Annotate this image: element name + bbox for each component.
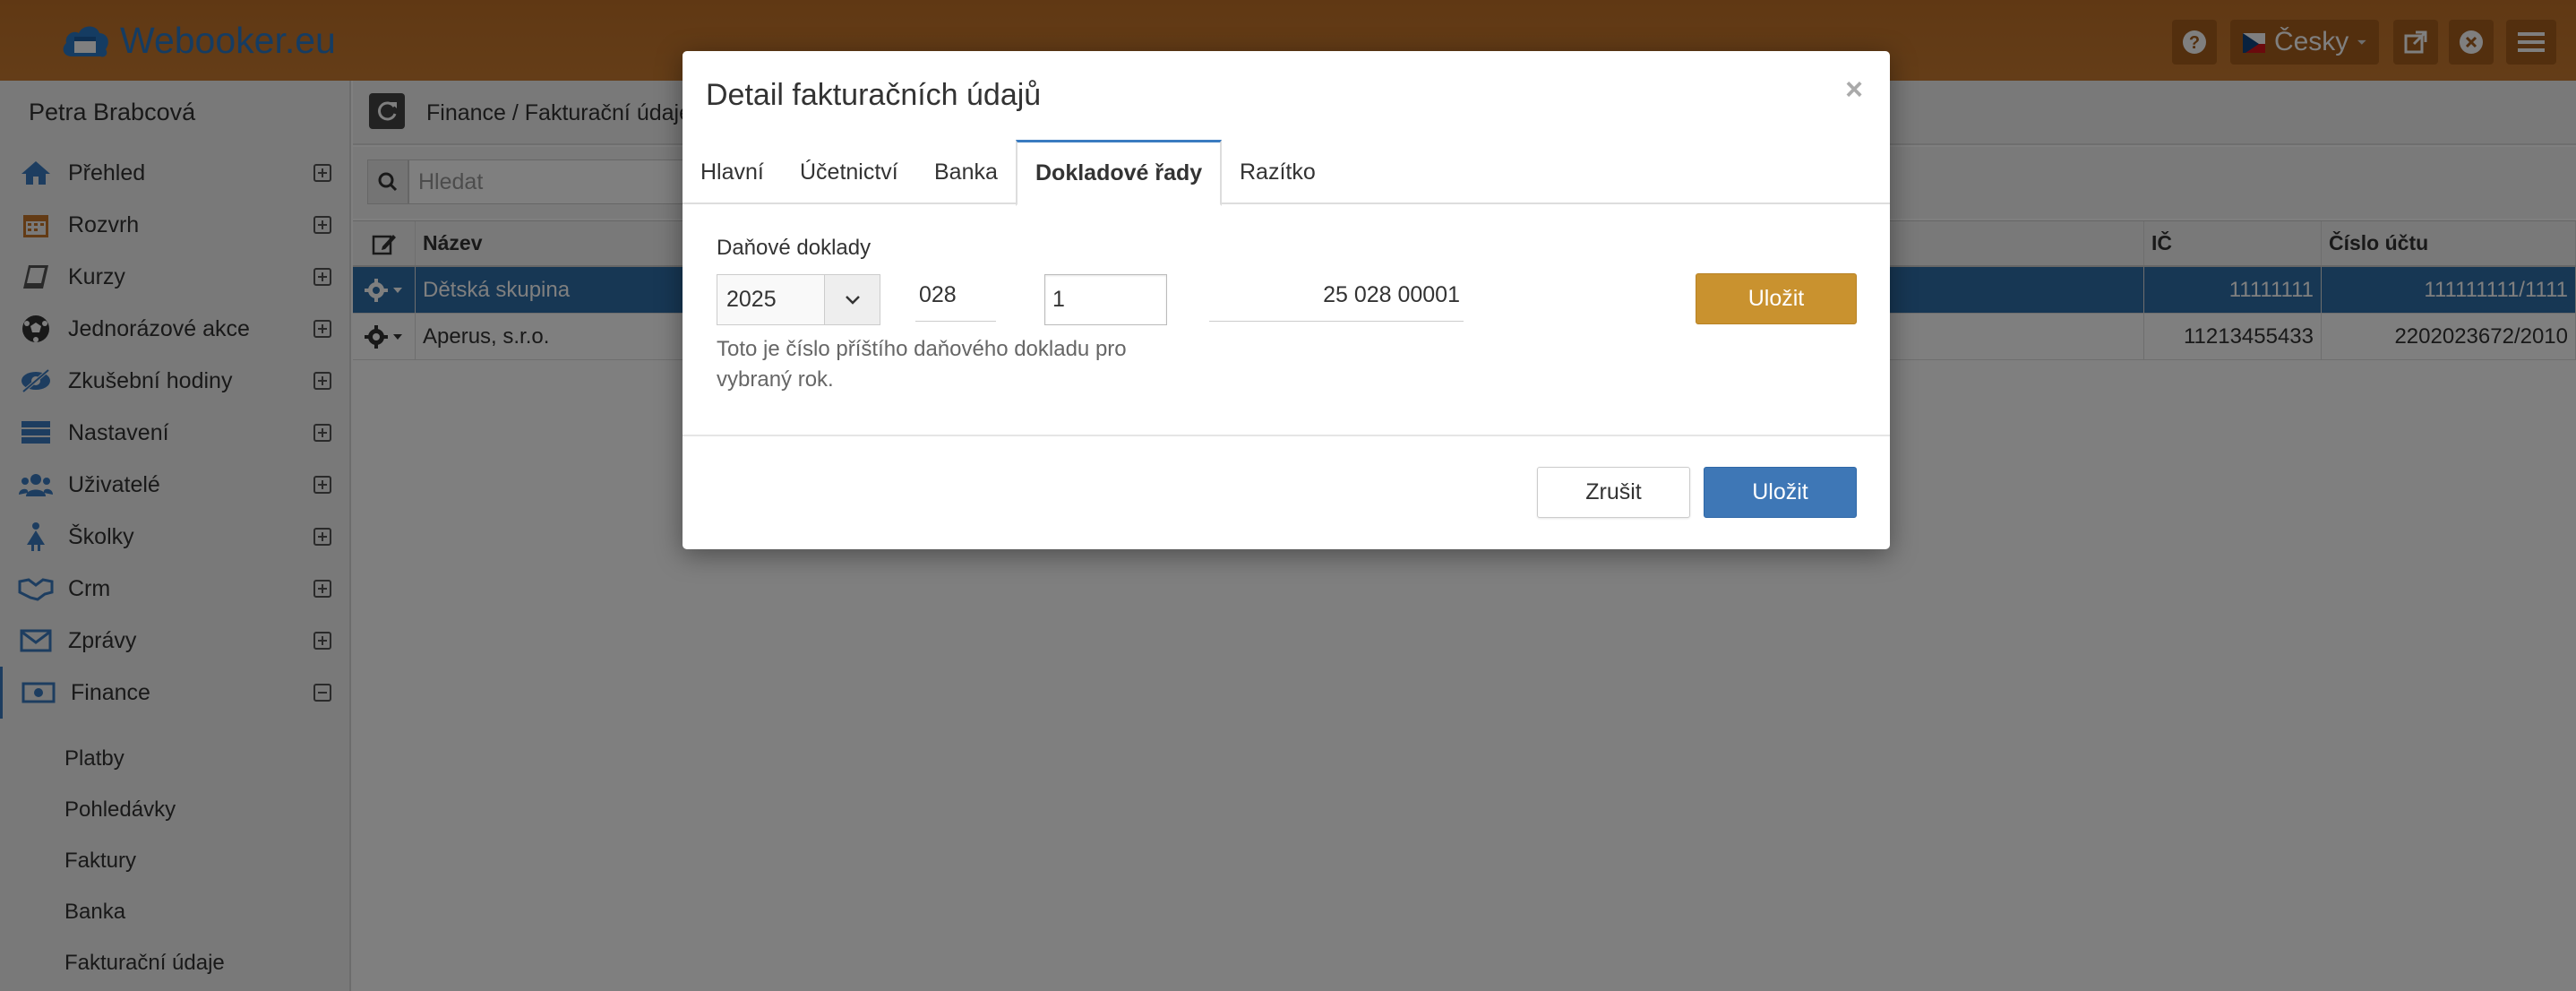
billing-detail-modal: Detail fakturačních údajů × Hlavní Účetn… xyxy=(683,51,1890,549)
series-prefix: 028 xyxy=(915,273,996,322)
modal-footer: Zrušit Uložit xyxy=(683,435,1890,549)
tax-documents-label: Daňové doklady xyxy=(717,236,872,260)
next-number-input[interactable] xyxy=(1044,274,1167,325)
save-series-button[interactable]: Uložit xyxy=(1696,273,1857,324)
year-select[interactable]: 2025 xyxy=(717,274,880,325)
cancel-button[interactable]: Zrušit xyxy=(1537,467,1690,518)
year-value: 2025 xyxy=(726,287,777,312)
close-icon[interactable]: × xyxy=(1845,73,1863,108)
tab-banka[interactable]: Banka xyxy=(916,140,1016,204)
tab-dokladove-rady[interactable]: Dokladové řady xyxy=(1016,140,1223,206)
next-document-number: 25 028 00001 xyxy=(1209,273,1464,322)
modal-tabs: Hlavní Účetnictví Banka Dokladové řady R… xyxy=(683,140,1890,206)
tab-razitko[interactable]: Razítko xyxy=(1222,140,1334,204)
modal-title: Detail fakturačních údajů xyxy=(706,78,1042,112)
save-button[interactable]: Uložit xyxy=(1704,467,1857,518)
help-text: Toto je číslo příštího daňového dokladu … xyxy=(717,337,1127,392)
tab-hlavni[interactable]: Hlavní xyxy=(683,140,782,204)
chevron-down-icon xyxy=(824,275,880,324)
tab-ucetnictvi[interactable]: Účetnictví xyxy=(782,140,916,204)
